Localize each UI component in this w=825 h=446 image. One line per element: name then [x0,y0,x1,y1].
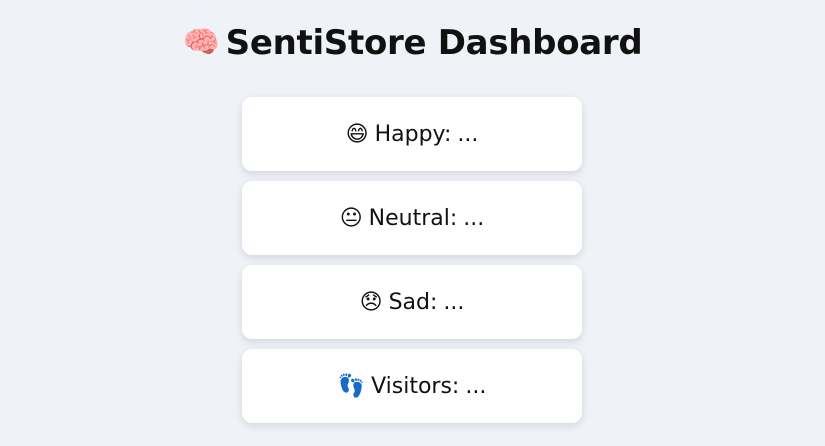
happy-label: Happy: [374,121,452,147]
brain-icon: 🧠 [182,25,220,60]
stats-card-list: 😄 Happy: ... 😐 Neutral: ... 😞 Sad: ... 👣… [242,97,582,433]
happy-value: ... [457,121,479,147]
neutral-label: Neutral: [368,205,458,231]
happy-face-icon: 😄 [345,121,369,147]
neutral-face-icon: 😐 [339,205,363,231]
sad-face-icon: 😞 [359,289,383,315]
neutral-value: ... [463,205,485,231]
sad-count-card: 😞 Sad: ... [242,265,582,339]
visitors-label: Visitors: [371,373,460,399]
page-title-text: SentiStore Dashboard [225,23,643,63]
sad-value: ... [443,289,465,315]
dashboard-page: 🧠 SentiStore Dashboard 😄 Happy: ... 😐 Neu… [0,0,825,446]
page-title: 🧠 SentiStore Dashboard [0,22,825,64]
sad-label: Sad: [388,289,438,315]
neutral-count-card: 😐 Neutral: ... [242,181,582,255]
happy-count-card: 😄 Happy: ... [242,97,582,171]
visitors-count-card: 👣 Visitors: ... [242,349,582,423]
footprints-icon: 👣 [337,373,366,399]
visitors-value: ... [465,373,487,399]
